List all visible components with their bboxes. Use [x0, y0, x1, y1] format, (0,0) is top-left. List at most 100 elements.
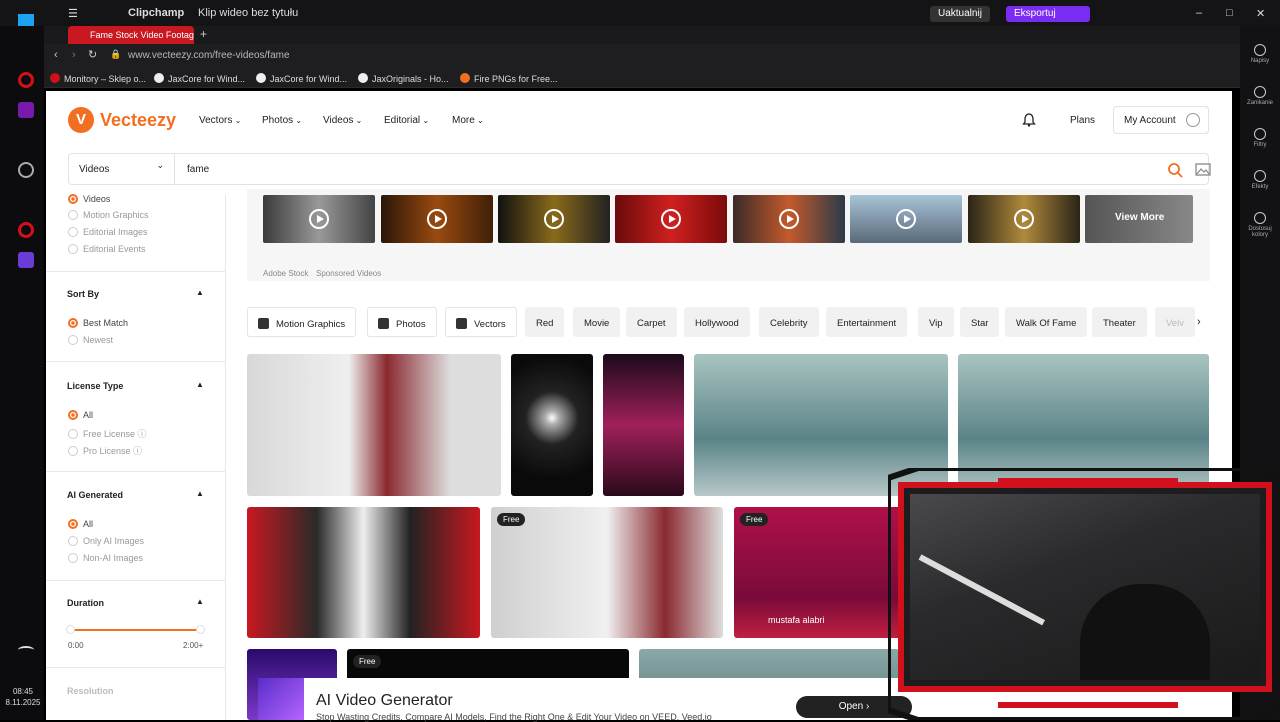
license-option-all[interactable]: All: [68, 410, 93, 420]
sponsored-thumbnail[interactable]: [968, 195, 1080, 243]
back-icon[interactable]: ‹: [54, 49, 58, 61]
opera-gx-icon[interactable]: [18, 222, 34, 238]
divider: [46, 580, 225, 581]
sort-option-best-match[interactable]: Best Match: [68, 318, 128, 328]
license-option-free[interactable]: Free License ⓘ: [68, 427, 147, 440]
result-video-card[interactable]: Free mustafa alabri: [734, 507, 909, 638]
logo[interactable]: V Vecteezy: [68, 107, 176, 133]
plans-link[interactable]: Plans: [1070, 115, 1095, 126]
bell-icon[interactable]: [1022, 113, 1036, 127]
author-name[interactable]: mustafa alabri: [768, 615, 825, 625]
result-video-card[interactable]: [511, 354, 593, 496]
ai-generated-heading[interactable]: AI Generated: [67, 490, 123, 500]
ai-option-all[interactable]: All: [68, 519, 93, 529]
filter-option-editorial-images[interactable]: Editorial Images: [68, 227, 148, 237]
document-title[interactable]: Klip wideo bez tytułu: [198, 7, 298, 19]
search-icon[interactable]: [1167, 162, 1183, 178]
adobe-stock-label[interactable]: Adobe Stock: [263, 269, 308, 278]
nav-videos[interactable]: Videos: [323, 115, 362, 126]
chevron-up-icon[interactable]: ▲: [196, 288, 204, 297]
sponsored-thumbnail[interactable]: [850, 195, 962, 243]
chip-motion-graphics[interactable]: Motion Graphics: [247, 307, 357, 337]
search-type-select[interactable]: Videos: [69, 154, 175, 184]
nav-photos[interactable]: Photos: [262, 115, 302, 126]
view-more-thumbnail[interactable]: View More: [1085, 195, 1193, 243]
chip-walk-of-fame[interactable]: Walk Of Fame: [1005, 307, 1088, 337]
export-button[interactable]: Eksportuj: [1006, 6, 1090, 22]
image-search-icon[interactable]: [1195, 161, 1211, 177]
maximize-icon[interactable]: □: [1226, 7, 1233, 19]
filter-option-editorial-events[interactable]: Editorial Events: [68, 244, 146, 254]
filter-option-motion-graphics[interactable]: Motion Graphics: [68, 210, 149, 220]
filters-tool[interactable]: Filtry: [1240, 128, 1280, 148]
chip-movie[interactable]: Movie: [573, 307, 621, 337]
chip-velvet[interactable]: Velv: [1155, 307, 1195, 337]
result-video-card[interactable]: [247, 354, 501, 496]
chip-hollywood[interactable]: Hollywood: [684, 307, 750, 337]
result-video-card[interactable]: Free: [491, 507, 723, 638]
chip-star[interactable]: Star: [960, 307, 1000, 337]
search-input[interactable]: fame: [187, 164, 209, 175]
resolution-heading[interactable]: Resolution: [67, 686, 114, 696]
tab-active[interactable]: Fame Stock Video Footage: [68, 26, 194, 44]
chip-vip[interactable]: Vip: [918, 307, 954, 337]
result-video-card[interactable]: [603, 354, 684, 496]
chevron-right-icon[interactable]: ›: [1197, 316, 1201, 328]
adjust-colors-tool[interactable]: Dostosuj kolory: [1240, 212, 1280, 238]
captions-tool[interactable]: Napisy: [1240, 44, 1280, 64]
duration-slider-handle-max[interactable]: [196, 625, 205, 634]
duration-slider[interactable]: [70, 629, 200, 631]
filter-option-videos[interactable]: Videos: [68, 194, 110, 204]
bookmark-item[interactable]: Monitory – Sklep o...: [50, 73, 146, 84]
wifi-icon[interactable]: [18, 646, 34, 654]
forward-icon[interactable]: ›: [72, 49, 76, 61]
chip-entertainment[interactable]: Entertainment: [826, 307, 908, 337]
opera-icon[interactable]: [18, 72, 34, 88]
menu-icon[interactable]: ☰: [68, 7, 78, 20]
sponsored-thumbnail[interactable]: [498, 195, 610, 243]
url-field[interactable]: www.vecteezy.com/free-videos/fame: [128, 50, 290, 61]
reload-icon[interactable]: ↻: [88, 48, 97, 61]
ad-thumbnail[interactable]: [258, 678, 304, 720]
duration-heading[interactable]: Duration: [67, 598, 104, 608]
close-icon[interactable]: ✕: [1256, 7, 1265, 20]
my-account-button[interactable]: My Account: [1113, 106, 1209, 134]
chevron-up-icon[interactable]: ▲: [196, 380, 204, 389]
bookmark-item[interactable]: JaxCore for Wind...: [256, 73, 347, 84]
new-tab-button[interactable]: +: [200, 27, 207, 41]
nav-vectors[interactable]: Vectors: [199, 115, 241, 126]
sort-by-heading[interactable]: Sort By: [67, 289, 99, 299]
update-button[interactable]: Uaktualnij: [930, 6, 990, 22]
chip-vectors[interactable]: Vectors: [445, 307, 517, 337]
sponsored-thumbnail[interactable]: [381, 195, 493, 243]
chip-photos[interactable]: Photos: [367, 307, 437, 337]
fade-tool[interactable]: Zanikanie: [1240, 86, 1280, 106]
app-purple-icon[interactable]: [18, 252, 34, 268]
chevron-up-icon[interactable]: ▲: [196, 489, 204, 498]
effects-tool[interactable]: Efekty: [1240, 170, 1280, 190]
chip-theater[interactable]: Theater: [1092, 307, 1147, 337]
license-option-pro[interactable]: Pro License ⓘ: [68, 444, 142, 457]
minimize-icon[interactable]: –: [1196, 7, 1202, 19]
sort-option-newest[interactable]: Newest: [68, 335, 113, 345]
onenote-icon[interactable]: [18, 102, 34, 118]
chip-carpet[interactable]: Carpet: [626, 307, 677, 337]
ai-option-only-ai[interactable]: Only AI Images: [68, 536, 144, 546]
sponsored-thumbnail[interactable]: [615, 195, 727, 243]
chip-celebrity[interactable]: Celebrity: [759, 307, 819, 337]
settings-icon[interactable]: [18, 162, 34, 178]
bookmark-item[interactable]: JaxCore for Wind...: [154, 73, 245, 84]
chevron-up-icon[interactable]: ▲: [196, 597, 204, 606]
license-type-heading[interactable]: License Type: [67, 381, 123, 391]
sponsored-thumbnail[interactable]: [733, 195, 845, 243]
sponsored-thumbnail[interactable]: [263, 195, 375, 243]
duration-slider-handle-min[interactable]: [66, 625, 75, 634]
ad-title[interactable]: AI Video Generator: [316, 692, 453, 710]
chip-red[interactable]: Red: [525, 307, 565, 337]
nav-more[interactable]: More: [452, 115, 484, 126]
ai-option-non-ai[interactable]: Non-AI Images: [68, 553, 143, 563]
result-video-card[interactable]: [247, 507, 480, 638]
bookmark-item[interactable]: Fire PNGs for Free...: [460, 73, 558, 84]
nav-editorial[interactable]: Editorial: [384, 115, 429, 126]
bookmark-item[interactable]: JaxOriginals - Ho...: [358, 73, 449, 84]
